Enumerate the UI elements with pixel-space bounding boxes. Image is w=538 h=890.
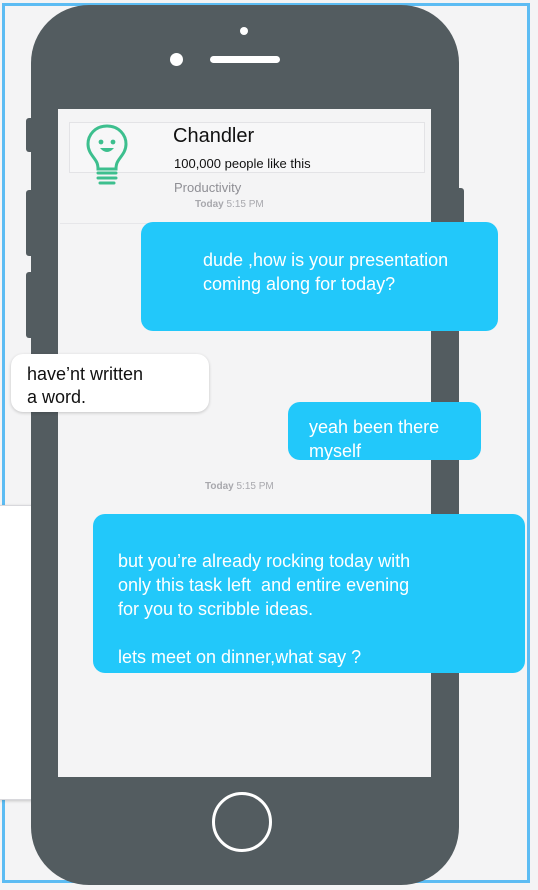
message-text: dude ,how is your presentation coming al… — [203, 250, 449, 294]
message-timestamp: Today 5:15 PM — [205, 481, 274, 492]
message-bubble-outgoing[interactable]: dude ,how is your presentation coming al… — [141, 222, 498, 331]
lightbulb-icon — [86, 124, 128, 185]
side-button-left-2 — [26, 190, 34, 256]
message-text: yeah been there myself — [309, 417, 440, 460]
message-bubble-outgoing[interactable]: but you’re already rocking today with on… — [93, 514, 525, 673]
message-timestamp: Today 5:15 PM — [195, 199, 264, 210]
timestamp-time: 5:15 PM — [226, 199, 264, 210]
speaker-grille — [210, 56, 280, 63]
contact-name: Chandler — [173, 125, 255, 147]
side-button-left-3 — [26, 272, 34, 338]
likes-count: 100,000 people like this — [174, 156, 311, 171]
sensor-icon — [170, 53, 183, 66]
timestamp-day: Today — [205, 481, 234, 492]
message-bubble-outgoing[interactable]: yeah been there myself — [288, 402, 481, 460]
message-text: but you’re already rocking today with on… — [118, 551, 411, 667]
timestamp-day: Today — [195, 199, 224, 210]
contact-category: Productivity — [174, 180, 242, 195]
message-text: have’nt written a word. — [27, 364, 144, 407]
home-button[interactable] — [212, 792, 272, 852]
camera-icon — [240, 27, 248, 35]
timestamp-time: 5:15 PM — [236, 481, 274, 492]
message-bubble-incoming[interactable]: have’nt written a word. — [11, 354, 209, 412]
side-button-left-1 — [26, 118, 34, 152]
